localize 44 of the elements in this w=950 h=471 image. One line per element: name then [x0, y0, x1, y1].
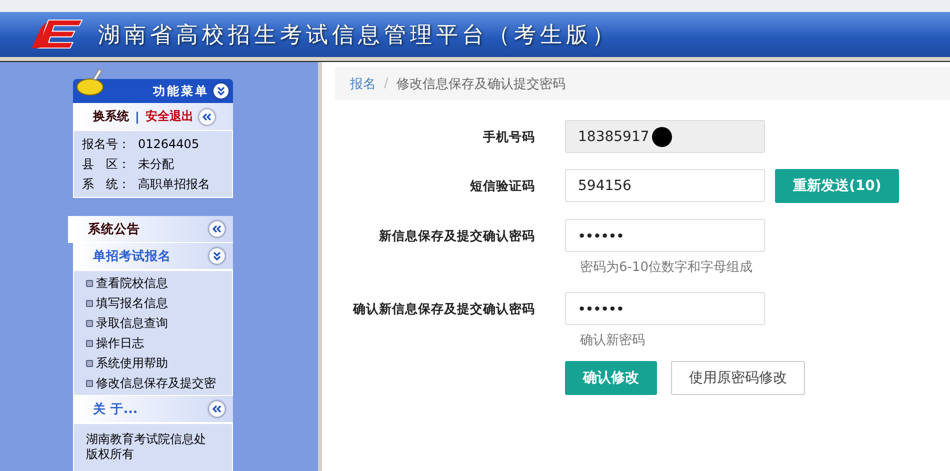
menu-item[interactable]: 操作日志: [86, 333, 232, 353]
secondary-button[interactable]: 使用原密码修改: [671, 361, 805, 395]
breadcrumb-separator: /: [384, 76, 388, 91]
info-label: 县 区：: [82, 156, 131, 173]
code-field[interactable]: 594156: [565, 169, 765, 202]
help-text: 确认新密码: [579, 332, 646, 349]
field-label: 短信验证码: [469, 177, 535, 195]
phone-field: 18385917: [565, 120, 765, 153]
section-title: 关 于...: [93, 400, 138, 418]
copyright-text: 湖南教育考试院信息处版权所有: [86, 432, 207, 462]
field-label: 确认新信息保存及提交确认密码: [352, 300, 535, 318]
help-text: 密码为6-10位数字和字母组成: [579, 259, 754, 276]
password-field[interactable]: ••••••: [565, 292, 765, 325]
menu-item[interactable]: 系统使用帮助: [86, 353, 232, 373]
switch-system-link[interactable]: 换系统: [93, 108, 129, 125]
info-value: 高职单招报名: [138, 176, 210, 193]
site-title: 湖南省高校招生考试信息管理平台（考生版）: [98, 22, 618, 50]
menu-item[interactable]: 填写报名信息: [86, 293, 232, 313]
section-title: 单招考试报名: [93, 248, 171, 264]
expand-icon[interactable]: [209, 248, 225, 264]
section-header[interactable]: 系统公告: [68, 216, 233, 243]
logout-link[interactable]: 安全退出: [145, 108, 194, 125]
menu-item[interactable]: 修改信息保存及提交密: [86, 373, 232, 393]
menu-item[interactable]: 录取信息查询: [86, 313, 232, 333]
info-label: 报名号：: [82, 136, 131, 153]
collapse-icon[interactable]: [199, 108, 216, 124]
expand-icon[interactable]: [213, 83, 229, 99]
section-header[interactable]: 单招考试报名: [73, 243, 233, 270]
field-label: 新信息保存及提交确认密码: [378, 227, 535, 245]
collapse-icon[interactable]: [209, 221, 225, 237]
menu-title: 功能菜单: [153, 82, 209, 100]
section-title: 系统公告: [88, 220, 140, 238]
password-field[interactable]: ••••••: [565, 219, 765, 252]
info-value: 未分配: [138, 156, 174, 173]
section-header[interactable]: 关 于...: [73, 396, 233, 423]
menu-item[interactable]: 查看院校信息: [86, 273, 232, 293]
breadcrumb-link[interactable]: 报名: [350, 74, 376, 92]
field-label: 手机号码: [482, 128, 535, 146]
info-value: 01264405: [138, 136, 200, 153]
breadcrumb-current: 修改信息保存及确认提交密码: [396, 76, 566, 92]
separator: |: [135, 110, 140, 124]
collapse-icon[interactable]: [209, 401, 225, 417]
info-label: 系 统：: [82, 176, 131, 193]
bag-icon: [75, 67, 105, 97]
